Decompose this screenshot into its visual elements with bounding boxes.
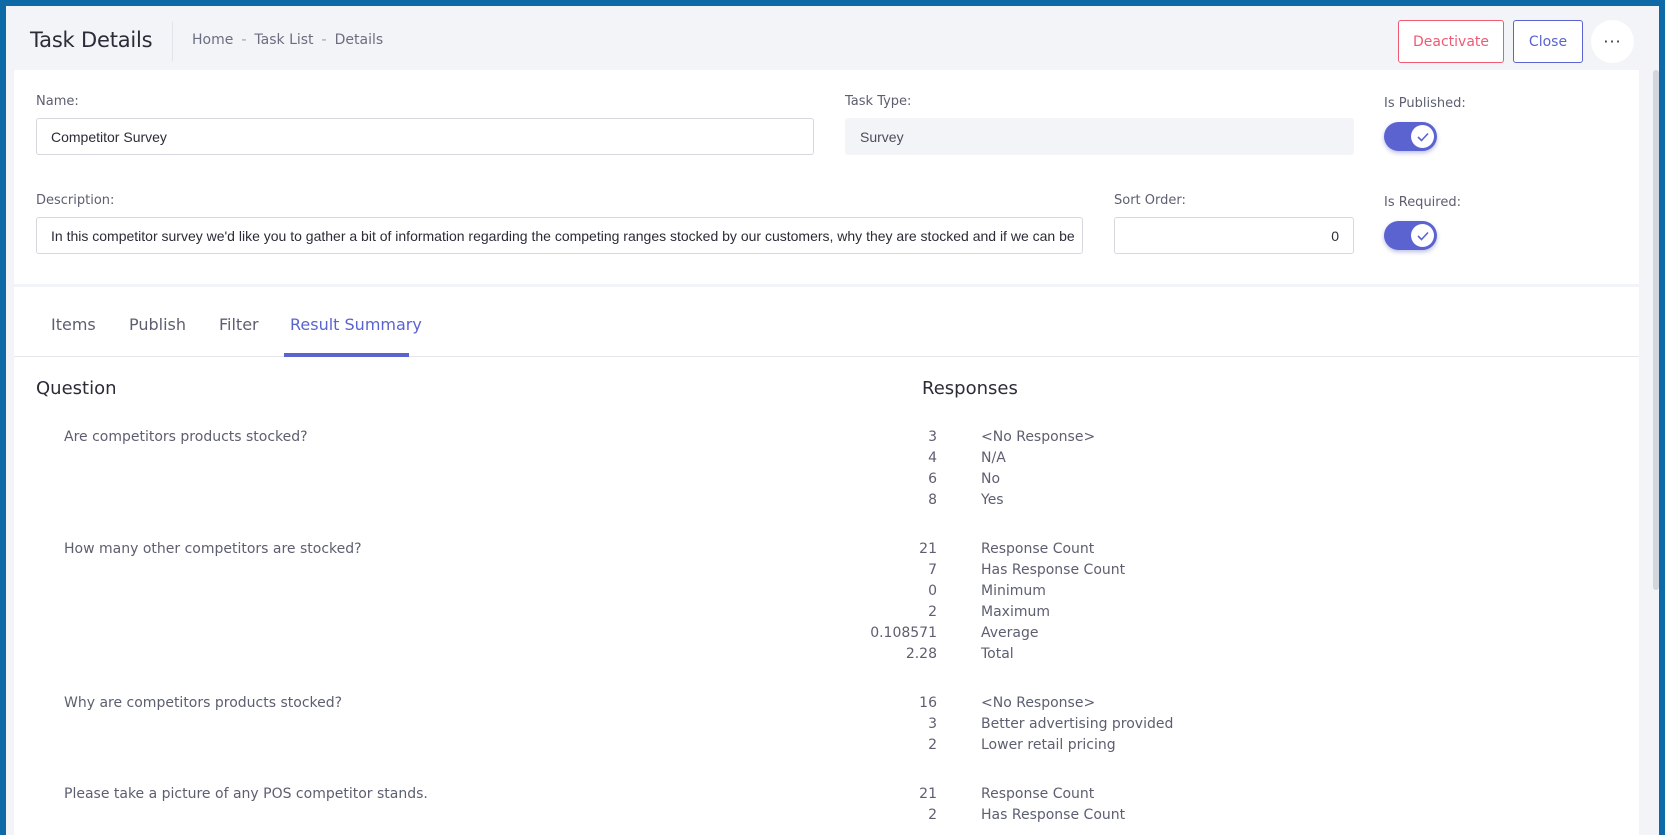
response-count: 3 — [928, 429, 937, 445]
task-form: Name: Competitor Survey Task Type: Surve… — [14, 70, 1639, 284]
responses-column-header: Responses — [922, 378, 1018, 399]
is-published-toggle[interactable] — [1384, 122, 1437, 151]
response-count: 2 — [928, 604, 937, 620]
page-header: Task Details Home - Task List - Details … — [6, 6, 1659, 70]
breadcrumb-home[interactable]: Home — [192, 32, 233, 48]
breadcrumb-separator: - — [321, 32, 327, 48]
ellipsis-icon: ··· — [1603, 32, 1622, 51]
description-field[interactable]: In this competitor survey we'd like you … — [36, 217, 1083, 254]
scrollbar-thumb[interactable] — [1653, 70, 1659, 590]
tab-items[interactable]: Items — [51, 315, 96, 334]
response-count: 16 — [919, 695, 937, 711]
response-label: Average — [981, 625, 1039, 641]
response-count: 0 — [928, 583, 937, 599]
task-type-label: Task Type: — [845, 94, 912, 109]
is-required-label: Is Required: — [1384, 195, 1461, 210]
result-content: Items Publish Filter Result Summary Ques… — [14, 287, 1639, 835]
question-text: Please take a picture of any POS competi… — [64, 786, 428, 802]
breadcrumb: Home - Task List - Details — [192, 32, 383, 48]
response-count: 21 — [919, 786, 937, 802]
close-button[interactable]: Close — [1513, 20, 1583, 63]
breadcrumb-details: Details — [334, 32, 384, 48]
response-label: Lower retail pricing — [981, 737, 1116, 753]
header-divider — [172, 22, 173, 62]
question-column-header: Question — [36, 378, 117, 399]
page-title: Task Details — [30, 28, 153, 52]
response-count: 2 — [928, 737, 937, 753]
active-tab-indicator — [284, 353, 409, 357]
response-label: Minimum — [981, 583, 1046, 599]
response-label: Has Response Count — [981, 807, 1126, 823]
sort-order-label: Sort Order: — [1114, 193, 1186, 208]
tab-publish[interactable]: Publish — [129, 315, 186, 334]
name-field[interactable]: Competitor Survey — [36, 118, 814, 155]
response-label: Response Count — [981, 541, 1095, 557]
tab-filter[interactable]: Filter — [219, 315, 259, 334]
name-label: Name: — [36, 94, 79, 109]
response-label: Yes — [981, 492, 1004, 508]
tab-bar: Items Publish Filter Result Summary — [14, 287, 1639, 357]
response-count: 6 — [928, 471, 937, 487]
response-label: <No Response> — [981, 695, 1096, 711]
question-text: Why are competitors products stocked? — [64, 695, 343, 711]
more-options-button[interactable]: ··· — [1591, 20, 1634, 63]
response-label: Maximum — [981, 604, 1050, 620]
sort-order-field[interactable]: 0 — [1114, 217, 1354, 254]
task-type-field: Survey — [845, 118, 1354, 155]
app-window: Task Details Home - Task List - Details … — [6, 6, 1659, 835]
response-count: 7 — [928, 562, 937, 578]
response-label: No — [981, 471, 1001, 487]
response-count: 3 — [928, 716, 937, 732]
response-label: <No Response> — [981, 429, 1096, 445]
response-label: Response Count — [981, 786, 1095, 802]
response-count: 8 — [928, 492, 937, 508]
response-label: Has Response Count — [981, 562, 1126, 578]
scrollbar[interactable] — [1651, 6, 1659, 835]
breadcrumb-separator: - — [241, 32, 247, 48]
response-count: 0.108571 — [870, 625, 937, 641]
question-text: How many other competitors are stocked? — [64, 541, 362, 557]
response-label: Total — [981, 646, 1014, 662]
response-count: 2.28 — [905, 646, 937, 662]
question-text: Are competitors products stocked? — [64, 429, 308, 445]
check-icon — [1411, 125, 1434, 148]
is-published-label: Is Published: — [1384, 96, 1466, 111]
breadcrumb-task-list[interactable]: Task List — [254, 32, 313, 48]
response-count: 4 — [928, 450, 937, 466]
response-label: N/A — [981, 450, 1006, 466]
response-label: Better advertising provided — [981, 716, 1174, 732]
description-label: Description: — [36, 193, 115, 208]
deactivate-button[interactable]: Deactivate — [1398, 20, 1504, 63]
tab-result-summary[interactable]: Result Summary — [290, 315, 422, 334]
check-icon — [1411, 224, 1434, 247]
response-count: 2 — [928, 807, 937, 823]
is-required-toggle[interactable] — [1384, 221, 1437, 250]
response-count: 21 — [919, 541, 937, 557]
